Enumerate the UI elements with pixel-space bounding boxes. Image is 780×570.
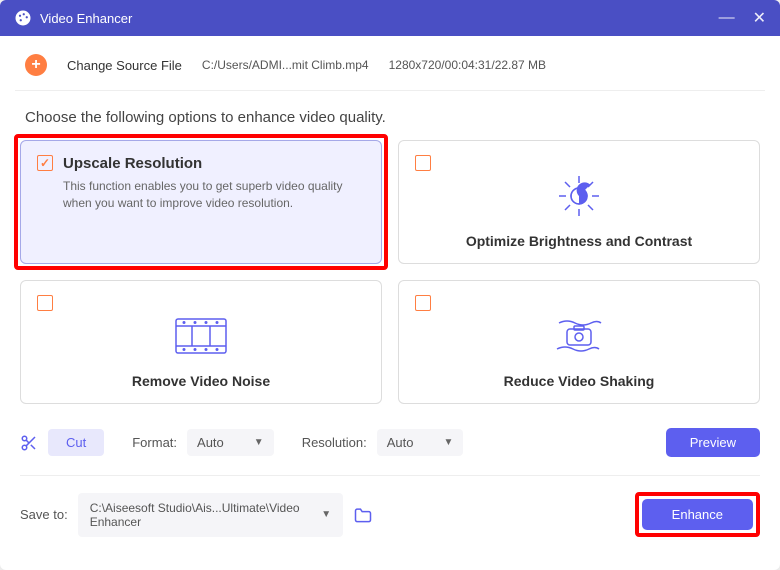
- option-brightness[interactable]: Optimize Brightness and Contrast: [398, 140, 760, 264]
- option-upscale-wrap: Upscale Resolution This function enables…: [20, 140, 382, 264]
- option-shaking-title: Reduce Video Shaking: [415, 373, 743, 389]
- save-path-dropdown[interactable]: C:\Aiseesoft Studio\Ais...Ultimate\Video…: [78, 493, 343, 537]
- controls-row: Cut Format: Auto ▼ Resolution: Auto ▼ Pr…: [20, 422, 760, 471]
- checkbox-brightness[interactable]: [415, 155, 431, 171]
- camera-shake-icon: [553, 316, 605, 356]
- folder-icon[interactable]: [353, 506, 373, 524]
- sun-icon: [557, 174, 601, 218]
- options-grid: Upscale Resolution This function enables…: [20, 140, 760, 404]
- checkbox-noise[interactable]: [37, 295, 53, 311]
- scissors-icon: [20, 434, 38, 452]
- option-shaking[interactable]: Reduce Video Shaking: [398, 280, 760, 404]
- save-to-label: Save to:: [20, 507, 68, 522]
- save-path-value: C:\Aiseesoft Studio\Ais...Ultimate\Video…: [90, 501, 322, 529]
- option-brightness-title: Optimize Brightness and Contrast: [415, 233, 743, 249]
- palette-icon: [14, 9, 32, 27]
- option-upscale-content: Upscale Resolution This function enables…: [63, 155, 365, 212]
- window: Video Enhancer — ✕ + Change Source File …: [0, 0, 780, 570]
- brightness-icon-wrap: [415, 159, 743, 233]
- source-path: C:/Users/ADMI...mit Climb.mp4: [202, 58, 369, 72]
- resolution-value: Auto: [387, 435, 414, 450]
- option-upscale-title: Upscale Resolution: [63, 155, 365, 172]
- option-noise-title: Remove Video Noise: [37, 373, 365, 389]
- prompt-text: Choose the following options to enhance …: [20, 109, 760, 126]
- preview-button[interactable]: Preview: [666, 428, 760, 457]
- format-label: Format:: [132, 435, 177, 450]
- resolution-dropdown[interactable]: Auto ▼: [377, 429, 464, 456]
- checkbox-upscale[interactable]: [37, 155, 53, 171]
- chevron-down-icon: ▼: [254, 437, 264, 448]
- enhance-button[interactable]: Enhance: [642, 499, 753, 530]
- chevron-down-icon: ▼: [443, 437, 453, 448]
- chevron-down-icon: ▼: [321, 509, 331, 520]
- format-dropdown[interactable]: Auto ▼: [187, 429, 274, 456]
- window-title: Video Enhancer: [40, 11, 719, 26]
- source-bar: + Change Source File C:/Users/ADMI...mit…: [15, 36, 765, 91]
- enhance-highlight: Enhance: [635, 492, 760, 537]
- option-noise[interactable]: Remove Video Noise: [20, 280, 382, 404]
- option-upscale[interactable]: Upscale Resolution This function enables…: [20, 140, 382, 264]
- cut-button[interactable]: Cut: [48, 429, 104, 456]
- source-meta: 1280x720/00:04:31/22.87 MB: [389, 58, 546, 72]
- film-icon: [175, 318, 227, 354]
- option-upscale-desc: This function enables you to get superb …: [63, 178, 365, 212]
- resolution-label: Resolution:: [302, 435, 367, 450]
- checkbox-shaking[interactable]: [415, 295, 431, 311]
- change-file-button[interactable]: Change Source File: [67, 58, 182, 73]
- noise-icon-wrap: [37, 299, 365, 373]
- minimize-button[interactable]: —: [719, 9, 735, 27]
- titlebar: Video Enhancer — ✕: [0, 0, 780, 36]
- format-value: Auto: [197, 435, 224, 450]
- content-area: + Change Source File C:/Users/ADMI...mit…: [0, 36, 780, 553]
- close-button[interactable]: ✕: [753, 8, 766, 28]
- add-file-icon[interactable]: +: [25, 54, 47, 76]
- window-controls: — ✕: [719, 8, 766, 28]
- shaking-icon-wrap: [415, 299, 743, 373]
- save-row: Save to: C:\Aiseesoft Studio\Ais...Ultim…: [20, 475, 760, 553]
